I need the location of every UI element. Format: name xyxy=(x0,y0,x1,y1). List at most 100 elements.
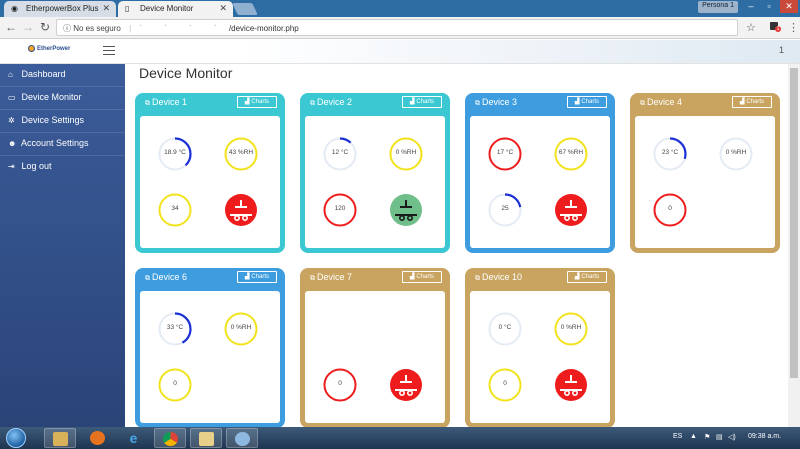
gauge-value: 17 °C xyxy=(496,149,514,156)
device-card-header: ⧉ Device 7 ▟ Charts xyxy=(300,268,450,288)
speaker-icon[interactable]: ◁) xyxy=(728,433,736,441)
charts-label: Charts xyxy=(746,99,764,105)
charts-button[interactable]: ▟ Charts xyxy=(402,271,442,283)
sidebar-item-device-monitor[interactable]: ▭ Device Monitor xyxy=(0,87,125,110)
forward-icon[interactable]: → xyxy=(21,20,35,34)
device-card-header: ⧉ Device 10 ▟ Charts xyxy=(465,268,615,288)
tray-up-arrow-icon[interactable]: ▲ xyxy=(690,433,697,440)
sidebar-item-dashboard[interactable]: ⌂ Dashboard xyxy=(0,64,125,87)
switch-icon xyxy=(390,194,422,226)
home-icon: ⌂ xyxy=(8,70,13,79)
main-content: Device Monitor ⧉ Device 1 ▟ Charts 18.9 °C 4… xyxy=(125,64,788,427)
external-link-icon[interactable]: ⧉ xyxy=(475,275,480,282)
ie-icon: e xyxy=(129,430,138,446)
gauge-value: 12 °C xyxy=(331,149,349,156)
external-link-icon[interactable]: ⧉ xyxy=(640,100,645,107)
relay-switch-on[interactable] xyxy=(390,369,422,401)
gauge: 23 °C xyxy=(653,137,687,171)
firefox-icon xyxy=(90,431,105,445)
close-icon[interactable]: ✕ xyxy=(219,3,227,14)
new-tab-button[interactable] xyxy=(232,3,258,15)
gauge: 0 °C xyxy=(488,312,522,346)
gauge: 0 xyxy=(653,193,687,227)
external-link-icon[interactable]: ⧉ xyxy=(310,275,315,282)
external-link-icon[interactable]: ⧉ xyxy=(475,100,480,107)
external-link-icon[interactable]: ⧉ xyxy=(310,100,315,107)
taskbar-files-app[interactable] xyxy=(190,428,222,448)
flag-icon[interactable]: ⚑ xyxy=(704,433,710,441)
gauge-value: 23 °C xyxy=(661,149,679,156)
start-button[interactable] xyxy=(6,428,26,448)
charts-button[interactable]: ▟ Charts xyxy=(237,271,277,283)
charts-button[interactable]: ▟ Charts xyxy=(237,96,277,108)
sidebar-item-log-out[interactable]: ⇥ Log out xyxy=(0,156,125,179)
sidebar-item-account-settings[interactable]: ☻ Account Settings xyxy=(0,133,125,156)
close-window-icon[interactable]: ✕ xyxy=(780,0,798,13)
taskbar-explorer-app[interactable] xyxy=(44,428,76,448)
files-icon xyxy=(199,432,214,446)
extension-icon[interactable]: 1 xyxy=(770,22,781,32)
relay-switch-off[interactable] xyxy=(390,194,422,226)
profile-button[interactable]: Persona 1 xyxy=(698,1,738,13)
clock[interactable]: 09:38 a.m. xyxy=(748,433,781,440)
url-path: /device-monitor.php xyxy=(228,24,299,33)
taskbar-paint-app[interactable] xyxy=(226,428,258,448)
gauge-value: 0 %RH xyxy=(560,324,582,331)
device-card-body: 23 °C 0 %RH 0 xyxy=(635,116,775,248)
charts-button[interactable]: ▟ Charts xyxy=(567,96,607,108)
taskbar-chrome-app[interactable] xyxy=(154,428,186,448)
device-card-header: ⧉ Device 6 ▟ Charts xyxy=(135,268,285,288)
vertical-scrollbar[interactable] xyxy=(788,64,800,427)
gauge-value: 120 xyxy=(334,205,346,212)
sidebar-item-device-settings[interactable]: ✲ Device Settings xyxy=(0,110,125,133)
charts-button[interactable]: ▟ Charts xyxy=(567,271,607,283)
gauge-value: 0 xyxy=(173,380,177,387)
device-card-body: 0 xyxy=(305,291,445,423)
notification-count[interactable]: 1 xyxy=(779,45,784,55)
language-indicator[interactable]: ES xyxy=(673,433,682,440)
url-host: ` ` ` ` xyxy=(139,24,227,33)
tab-device-monitor[interactable]: ▯ Device Monitor ✕ xyxy=(118,1,233,17)
tab-label: Device Monitor xyxy=(140,4,194,13)
relay-switch-on[interactable] xyxy=(555,369,587,401)
network-icon[interactable]: ▤ xyxy=(716,433,723,441)
relay-switch-on[interactable] xyxy=(555,194,587,226)
menu-kebab-icon[interactable]: ⋮ xyxy=(788,21,799,34)
gauge: 17 °C xyxy=(488,137,522,171)
scrollbar-thumb[interactable] xyxy=(790,68,798,378)
taskbar-firefox-app[interactable] xyxy=(82,428,114,448)
reload-icon[interactable]: ↻ xyxy=(38,20,52,34)
chart-icon: ▟ xyxy=(740,99,745,105)
maximize-icon[interactable]: ▫ xyxy=(760,0,778,13)
gauge: 0 xyxy=(323,368,357,402)
chart-icon: ▟ xyxy=(575,274,580,280)
minimize-icon[interactable]: – xyxy=(742,0,760,13)
sidebar-item-label: Account Settings xyxy=(21,138,89,148)
gauge-value: 33 °C xyxy=(166,324,184,331)
tab-etherpowerbox[interactable]: ◉ EtherpowerBox Plus ✕ xyxy=(4,1,116,17)
gauge: 0 xyxy=(488,368,522,402)
logo[interactable]: EtherPower xyxy=(28,45,70,52)
external-link-icon[interactable]: ⧉ xyxy=(145,275,150,282)
gauge-value: 0 °C xyxy=(498,324,512,331)
gauge: 0 %RH xyxy=(224,312,258,346)
address-bar[interactable]: ⓘ No es seguro | ` ` ` ` /device-monitor… xyxy=(56,19,738,36)
chart-icon: ▟ xyxy=(410,99,415,105)
charts-button[interactable]: ▟ Charts xyxy=(732,96,772,108)
close-icon[interactable]: ✕ xyxy=(102,3,110,14)
charts-button[interactable]: ▟ Charts xyxy=(402,96,442,108)
hamburger-menu-icon[interactable] xyxy=(103,46,115,55)
external-link-icon[interactable]: ⧉ xyxy=(145,100,150,107)
back-icon[interactable]: ← xyxy=(4,20,18,34)
device-name: Device 10 xyxy=(482,272,523,282)
device-name: Device 4 xyxy=(647,97,683,107)
switch-icon xyxy=(555,194,587,226)
taskbar-ie-app[interactable]: e xyxy=(118,428,150,448)
charts-label: Charts xyxy=(416,99,434,105)
relay-switch-on[interactable] xyxy=(225,194,257,226)
device-card-header: ⧉ Device 1 ▟ Charts xyxy=(135,93,285,113)
bookmark-star-icon[interactable]: ☆ xyxy=(746,21,756,34)
device-card: ⧉ Device 4 ▟ Charts 23 °C 0 %RH 0 xyxy=(630,93,780,253)
info-icon[interactable]: ⓘ xyxy=(63,24,71,33)
monitor-icon: ▭ xyxy=(8,93,16,102)
